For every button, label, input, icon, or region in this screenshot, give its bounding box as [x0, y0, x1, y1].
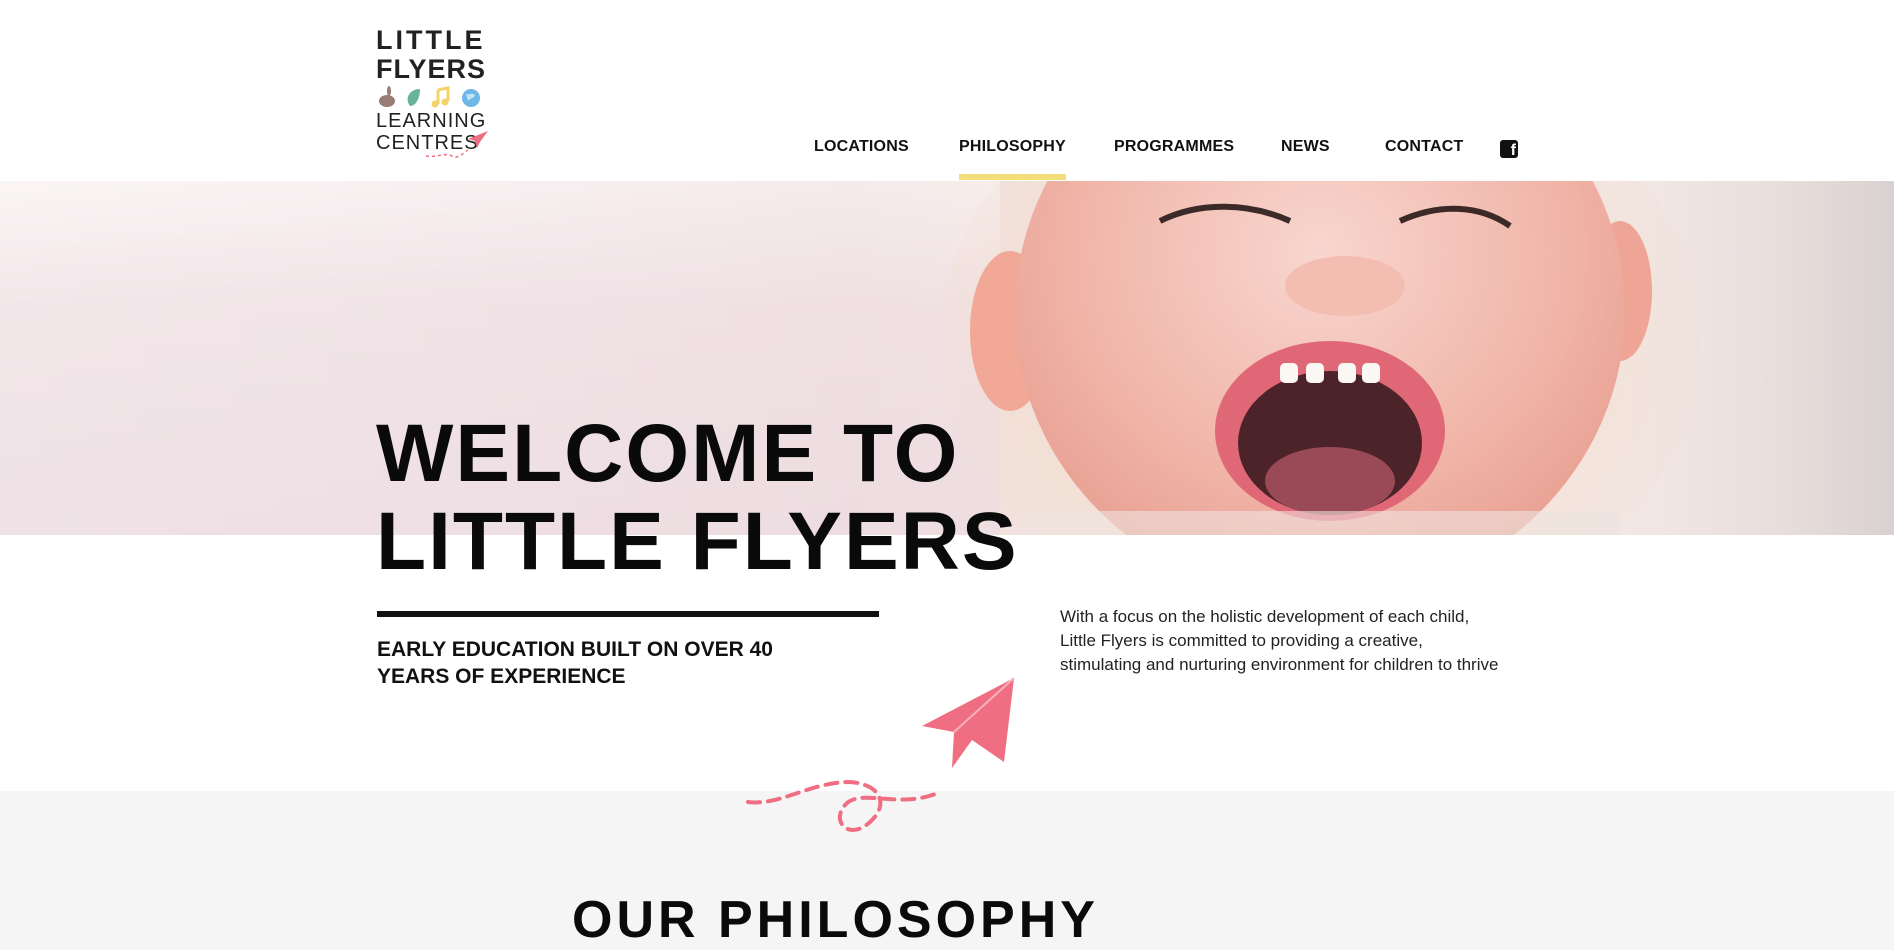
- hero-tagline: EARLY EDUCATION BUILT ON OVER 40 YEARS O…: [377, 638, 773, 688]
- logo-line-2: FLYERS: [376, 54, 487, 84]
- nav-item-philosophy[interactable]: PHILOSOPHY: [959, 138, 1066, 180]
- rabbit-icon: [379, 86, 395, 107]
- hero-heading-line-2: LITTLE FLYERS: [376, 496, 1019, 587]
- nav-item-news[interactable]: NEWS: [1281, 138, 1330, 156]
- nav-item-locations[interactable]: LOCATIONS: [814, 138, 909, 156]
- logo-icons: [379, 86, 480, 108]
- leaf-icon: [407, 89, 420, 106]
- paper-plane-trail: [746, 779, 942, 832]
- hero-heading-line-1: WELCOME TO: [376, 408, 960, 499]
- section-title: OUR PHILOSOPHY: [572, 891, 1099, 949]
- main-nav: LOCATIONS PHILOSOPHY PROGRAMMES NEWS CON…: [0, 138, 1894, 182]
- nav-item-programmes[interactable]: PROGRAMMES: [1114, 138, 1234, 156]
- hero-heading: WELCOME TO LITTLE FLYERS: [376, 410, 1019, 586]
- logo-line-1: LITTLE: [376, 25, 486, 55]
- music-note-icon: [431, 86, 450, 108]
- logo-line-3: LEARNING: [376, 110, 487, 132]
- paper-plane-icon-large: [922, 677, 1015, 768]
- heading-divider: [377, 611, 879, 617]
- site-header: LITTLE FLYERS LEARNING CENTRES LOCATIONS…: [0, 0, 1894, 181]
- facebook-icon[interactable]: f: [1500, 140, 1518, 159]
- nav-item-contact[interactable]: CONTACT: [1385, 138, 1463, 156]
- hero-intro-text: With a focus on the holistic development…: [1060, 607, 1499, 674]
- globe-icon: [462, 89, 480, 107]
